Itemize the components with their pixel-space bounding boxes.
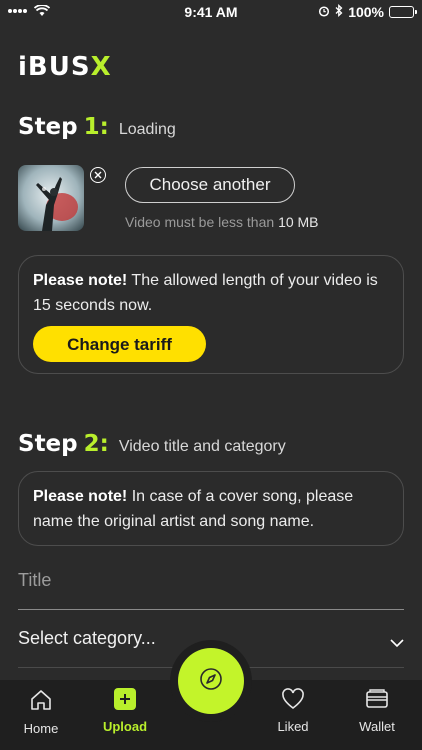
remove-video-button[interactable]	[90, 167, 106, 183]
step1-subtitle: Loading	[118, 121, 176, 138]
choose-another-button[interactable]: Choose another	[125, 167, 295, 203]
step1-number: 1:	[83, 114, 109, 140]
step2-subtitle: Video title and category	[118, 438, 286, 455]
logo-main: iBUS	[18, 52, 91, 82]
tariff-note-text: Please note! The allowed length of your …	[33, 268, 389, 318]
tab-upload-label: Upload	[102, 719, 148, 734]
step2-word: Step	[18, 431, 78, 457]
logo-accent: X	[90, 52, 112, 82]
bluetooth-icon	[335, 4, 343, 20]
title-input[interactable]: Title	[18, 570, 404, 610]
note2-strong: Please note!	[33, 488, 128, 505]
home-icon	[29, 688, 53, 715]
status-bar: 9:41 AM 100%	[0, 0, 422, 24]
category-placeholder: Select category...	[18, 628, 156, 648]
discover-fab-button[interactable]	[178, 648, 244, 714]
tab-liked-label: Liked	[277, 719, 309, 734]
note1-strong: Please note!	[33, 272, 128, 289]
tab-liked[interactable]: Liked	[258, 688, 328, 734]
tab-wallet-label: Wallet	[359, 719, 395, 734]
size-note-value: 10 MB	[278, 214, 319, 230]
size-limit-note: Video must be less than 10 MB	[125, 214, 319, 230]
tab-wallet[interactable]: Wallet	[342, 688, 412, 734]
app-logo: iBUSX	[18, 52, 112, 82]
change-tariff-button[interactable]: Change tariff	[33, 326, 206, 362]
alarm-icon	[318, 4, 330, 20]
chevron-down-icon	[390, 632, 404, 667]
size-note-prefix: Video must be less than	[125, 214, 275, 230]
compass-icon	[198, 666, 224, 697]
plus-icon	[114, 688, 136, 713]
battery-icon	[389, 6, 417, 18]
wallet-icon	[365, 688, 389, 713]
status-right: 100%	[318, 4, 417, 20]
step1-header: Step 1: Loading	[18, 114, 176, 140]
tab-home[interactable]: Home	[6, 688, 76, 736]
step2-header: Step 2: Video title and category	[18, 431, 286, 457]
step2-number: 2:	[83, 431, 109, 457]
cover-note-box: Please note! In case of a cover song, pl…	[18, 471, 404, 546]
tab-upload[interactable]: Upload	[90, 688, 160, 734]
battery-percent: 100%	[348, 4, 384, 20]
tab-home-label: Home	[23, 721, 59, 736]
tariff-note-box: Please note! The allowed length of your …	[18, 255, 404, 374]
video-thumbnail[interactable]	[18, 165, 84, 231]
heart-icon	[281, 688, 305, 713]
step1-word: Step	[18, 114, 78, 140]
close-icon	[94, 171, 102, 179]
